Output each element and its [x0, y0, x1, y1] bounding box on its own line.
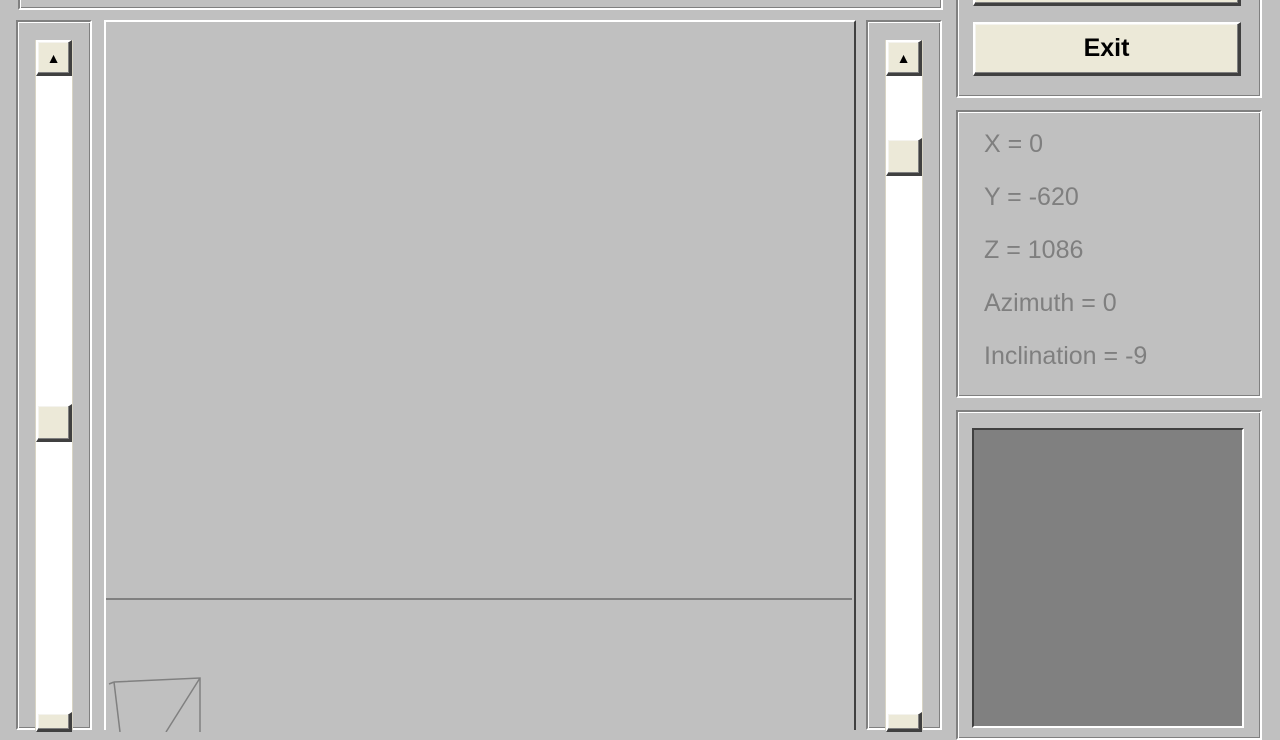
preview-canvas	[972, 428, 1244, 728]
z-readout: Z = 1086	[984, 236, 1084, 264]
left-scroll-up-button[interactable]: ▲	[36, 40, 72, 76]
top-button[interactable]	[973, 0, 1241, 6]
scroll-up-arrow-icon: ▲	[46, 49, 61, 66]
scroll-up-arrow-icon: ▲	[896, 49, 911, 66]
azimuth-readout: Azimuth = 0	[984, 289, 1117, 317]
horizon-line	[106, 598, 852, 600]
camera-info-panel: X = 0 Y = -620 Z = 1086 Azimuth = 0 Incl…	[956, 110, 1262, 398]
top-frame	[18, 0, 943, 10]
inclination-readout: Inclination = -9	[984, 342, 1148, 370]
y-readout: Y = -620	[984, 183, 1079, 211]
left-scroll-thumb[interactable]	[36, 404, 72, 442]
wireframe-object	[108, 677, 201, 732]
3d-viewport[interactable]	[104, 20, 856, 732]
right-scroll-thumb[interactable]	[886, 138, 922, 176]
x-readout: X = 0	[984, 130, 1044, 158]
left-scroll-down-button[interactable]	[36, 712, 72, 732]
exit-button-label: Exit	[1083, 34, 1130, 62]
right-scroll-down-button[interactable]	[886, 712, 922, 732]
exit-button[interactable]: Exit	[973, 22, 1241, 76]
right-scroll-up-button[interactable]: ▲	[886, 40, 922, 76]
left-vertical-scrollbar[interactable]	[35, 40, 73, 730]
